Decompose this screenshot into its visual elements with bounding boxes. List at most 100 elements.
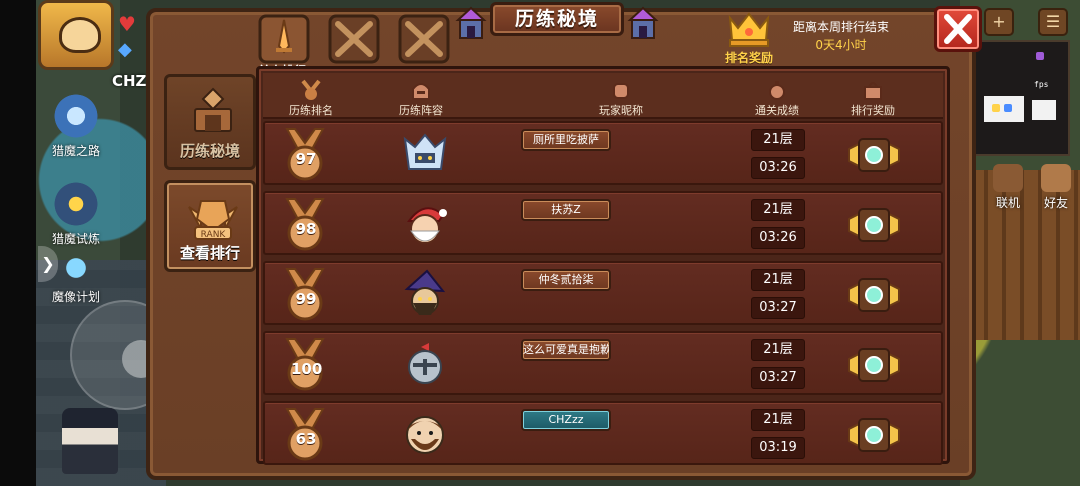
table-row[interactable]: 97 厕所里吃披萨 21层 03:26 [263,121,943,185]
close-icon [944,14,972,44]
hunt-trial-label: 猎魔试炼 [51,232,100,246]
reward-chest-icon[interactable] [847,341,901,389]
floor-reached: 21层 [751,129,805,151]
sword-tab-icon[interactable] [256,10,312,66]
player-name: CHZ [112,72,147,90]
rank-reward-label: 排名奖励 [724,51,773,65]
gift-icon [864,82,882,100]
clear-time: 03:19 [751,437,805,459]
col-reward: 排行奖励 [833,73,913,119]
clear-time: 03:26 [751,157,805,179]
table-row[interactable]: 98 扶苏Z 21层 03:26 [263,191,943,255]
col-nickname-label: 玩家昵称 [599,104,643,117]
countdown-label: 距离本周排行结束 [792,20,889,34]
title-plaque: 历练秘境 [490,2,624,36]
svg-text:RANK: RANK [201,230,227,240]
table-row[interactable]: 100 这么可爱真是抱歉 21层 03:27 [263,331,943,395]
reward-chest-icon[interactable] [847,131,901,179]
table-row-self[interactable]: 63 CHZzz 21层 03:19 [263,401,943,465]
hunt-road-icon [50,92,102,140]
bearded-hero-avatar-icon [406,416,444,454]
trophy-icon [728,12,770,47]
multiplayer-button[interactable]: 联机 [988,164,1028,211]
armored-knight-avatar-icon [403,133,447,170]
helmet-icon [412,83,430,100]
col-nickname: 玩家昵称 [581,73,661,119]
col-lineup: 历练阵容 [381,73,461,119]
shrine-icon [455,6,487,39]
ranking-table: 历练排名 历练阵容 玩家昵称 通关成绩 排行奖励 97 厕所里吃披萨 21层 0… [256,66,950,465]
wizard-avatar-icon [404,269,446,315]
santa-avatar-icon [407,207,447,244]
tab-view-ranking-label: 查看排行 [179,244,240,262]
tab-view-ranking[interactable]: RANK 查看排行 [164,180,256,272]
altar-icon [194,87,232,132]
rank-number: 97 [295,150,317,168]
floor-reached: 21层 [751,409,805,431]
player-nickname[interactable]: 扶苏Z [521,199,611,221]
fist-icon [613,83,629,99]
season-countdown: 距离本周排行结束 0天4小时 [786,18,896,54]
minimap-marker [1004,104,1012,112]
clear-time: 03:26 [751,227,805,249]
player-avatar[interactable] [38,0,114,70]
knight-helmet-avatar-icon [408,343,442,384]
crossed-swords-tab-icon[interactable] [396,10,452,66]
friends-label: 好友 [1043,196,1068,210]
col-rank: 历练排名 [271,73,351,119]
player-nickname[interactable]: 厕所里吃披萨 [521,129,611,151]
menu-icon[interactable]: ☰ [1038,8,1068,36]
tab-trial-realm-label: 历练秘境 [179,142,240,160]
col-result-label: 通关成绩 [755,104,799,117]
multiplayer-label: 联机 [995,196,1020,210]
fps-label: fps [1034,80,1049,89]
table-row[interactable]: 99 仲冬贰拾柒 21层 03:27 [263,261,943,325]
col-reward-label: 排行奖励 [851,104,895,117]
player-nickname[interactable]: 仲冬贰拾柒 [521,269,611,291]
rank-number: 99 [295,290,317,308]
player-nickname[interactable]: 这么可爱真是抱歉 [521,339,611,361]
hunt-trial-icon [50,180,102,228]
friends-icon [1041,164,1071,192]
clear-time: 03:27 [751,367,805,389]
stopwatch-icon [769,81,785,100]
rank-number: 98 [295,220,317,238]
countdown-time: 0天4小时 [815,38,867,52]
add-button[interactable]: + [984,8,1014,36]
floor-reached: 21层 [751,199,805,221]
reward-chest-icon[interactable] [847,201,901,249]
heart-icon: ♥ [118,12,136,36]
col-lineup-label: 历练阵容 [399,104,443,117]
player-character [62,408,118,474]
rank-badge-icon: RANK [188,200,238,240]
screen-edge [0,0,36,486]
rank-number: 63 [295,430,317,448]
minimap[interactable] [972,40,1070,156]
player-nickname-self[interactable]: CHZzz [521,409,611,431]
gem-icon: ◆ [118,39,132,60]
reward-chest-icon[interactable] [847,271,901,319]
hunt-trial-button[interactable]: 猎魔试炼 [38,180,114,247]
col-result: 通关成绩 [737,73,817,119]
golem-plan-label: 魔像计划 [51,290,100,304]
medal-icon [301,79,321,100]
tab-trial-realm[interactable]: 历练秘境 [164,74,256,170]
friends-button[interactable]: 好友 [1036,164,1076,211]
shrine-icon [627,6,659,39]
col-rank-label: 历练排名 [289,104,333,117]
rank-number: 100 [291,360,323,378]
panel-title-text: 历练秘境 [514,8,599,30]
floor-reached: 21层 [751,339,805,361]
golem-plan-icon [50,250,102,286]
hunt-road-button[interactable]: 猎魔之路 [38,92,114,159]
crossed-swords-tab-icon[interactable] [326,10,382,66]
close-button[interactable] [934,6,982,52]
rank-reward-button[interactable]: 排名奖励 [716,10,782,66]
hunt-road-label: 猎魔之路 [51,144,100,158]
clear-time: 03:27 [751,297,805,319]
golem-plan-button[interactable]: 魔像计划 [38,250,114,305]
minimap-marker [992,104,1000,112]
reward-chest-icon[interactable] [847,411,901,459]
floor-reached: 21层 [751,269,805,291]
minimap-marker [1036,52,1044,60]
